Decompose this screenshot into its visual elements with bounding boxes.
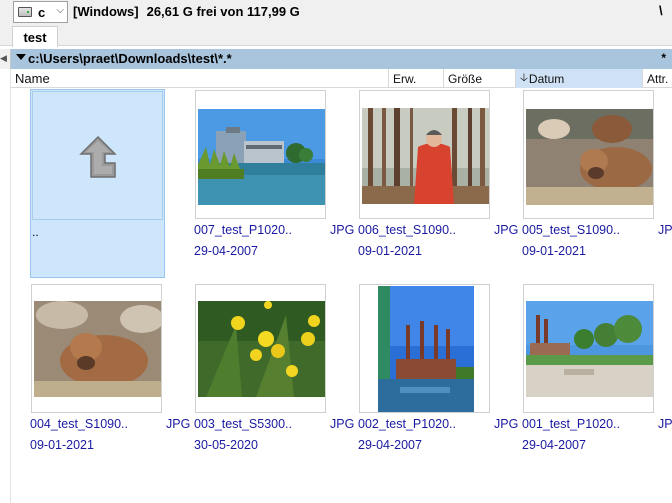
photo-cow-hay	[32, 285, 161, 412]
up-arrow-icon	[79, 135, 117, 178]
chevron-left-icon: ◀	[0, 53, 7, 63]
drive-label: [Windows]	[73, 4, 139, 19]
item-date: 09-01-2021	[30, 438, 94, 452]
drive-free-space: 26,61 G frei von 117,99 G	[146, 4, 300, 19]
thumbnail	[31, 284, 162, 413]
item-date: 29-04-2007	[358, 438, 422, 452]
item-extension: JPG	[658, 417, 672, 431]
left-gutter	[0, 69, 11, 503]
thumbnail	[359, 90, 490, 219]
photo-woman-forest	[360, 91, 489, 218]
current-path: c:\Users\praet\Downloads\test\*.*	[28, 51, 232, 66]
photo-power-station	[360, 285, 489, 412]
thumbnail	[523, 90, 654, 219]
item-name: 001_test_P1020..	[522, 417, 620, 431]
list-item[interactable]: 003_test_S5300.. JPG 30-05-2020	[194, 283, 358, 473]
chevron-down-icon: ⌵	[56, 5, 64, 16]
item-name: 007_test_P1020..	[194, 223, 292, 237]
photo-building-lake	[196, 91, 325, 218]
item-extension: JPG	[330, 223, 355, 237]
list-item[interactable]: 001_test_P1020.. JPG 29-04-2007	[522, 283, 672, 473]
favorites-star-button[interactable]: *	[661, 51, 666, 65]
item-extension: JPG	[166, 417, 191, 431]
column-header: Name Erw. Größe 🡣 Datum Attr.	[11, 69, 672, 88]
path-bar[interactable]: c:\Users\praet\Downloads\test\*.* *	[11, 49, 672, 69]
list-item[interactable]: 005_test_S1090.. JPG 09-01-2021	[522, 89, 672, 279]
list-item[interactable]: 007_test_P1020.. JPG 29-04-2007	[194, 89, 358, 279]
item-extension: JPG	[330, 417, 355, 431]
photo-yellow-flowers	[196, 285, 325, 412]
drive-selector[interactable]: c ⌵	[13, 1, 68, 23]
item-name: 003_test_S5300..	[194, 417, 292, 431]
list-item[interactable]: 002_test_P1020.. JPG 29-04-2007	[358, 283, 522, 473]
item-name: 006_test_S1090..	[358, 223, 456, 237]
drive-letter: c	[38, 4, 46, 20]
thumbnail	[523, 284, 654, 413]
column-attributes[interactable]: Attr.	[643, 69, 672, 88]
photo-cattle	[524, 91, 653, 218]
item-name: 004_test_S1090..	[30, 417, 128, 431]
sort-down-arrow-icon: 🡣	[520, 72, 528, 84]
item-extension: JPG	[658, 223, 672, 237]
item-date: 29-04-2007	[522, 438, 586, 452]
list-item-parent-folder[interactable]: ..	[30, 89, 165, 278]
left-panel-edge[interactable]: ◀	[0, 49, 11, 69]
tab-bar: test	[0, 24, 672, 47]
thumbnail	[195, 284, 326, 413]
item-extension: JPG	[494, 223, 519, 237]
column-date[interactable]: 🡣 Datum	[516, 69, 643, 88]
item-name: ..	[32, 225, 39, 239]
tab-test[interactable]: test	[12, 26, 58, 47]
column-size[interactable]: Größe	[444, 69, 516, 88]
path-history-caret-icon[interactable]	[16, 54, 26, 60]
column-name[interactable]: Name	[11, 69, 389, 88]
item-date: 09-01-2021	[522, 244, 586, 258]
item-date: 09-01-2021	[358, 244, 422, 258]
thumbnail	[32, 91, 163, 220]
item-name: 002_test_P1020..	[358, 417, 456, 431]
item-name: 005_test_S1090..	[522, 223, 620, 237]
thumbnail	[195, 90, 326, 219]
drive-info: [Windows] 26,61 G frei von 117,99 G	[73, 4, 300, 19]
root-button[interactable]: \	[659, 3, 663, 18]
column-extension[interactable]: Erw.	[389, 69, 444, 88]
drive-icon	[18, 7, 32, 17]
item-date: 30-05-2020	[194, 438, 258, 452]
column-date-label: Datum	[528, 71, 565, 86]
list-item[interactable]: 004_test_S1090.. JPG 09-01-2021	[30, 283, 194, 473]
item-extension: JPG	[494, 417, 519, 431]
list-item[interactable]: 006_test_S1090.. JPG 09-01-2021	[358, 89, 522, 279]
thumbnail	[359, 284, 490, 413]
photo-plaza	[524, 285, 653, 412]
item-date: 29-04-2007	[194, 244, 258, 258]
drive-bar: c ⌵ [Windows] 26,61 G frei von 117,99 G \	[0, 0, 672, 24]
